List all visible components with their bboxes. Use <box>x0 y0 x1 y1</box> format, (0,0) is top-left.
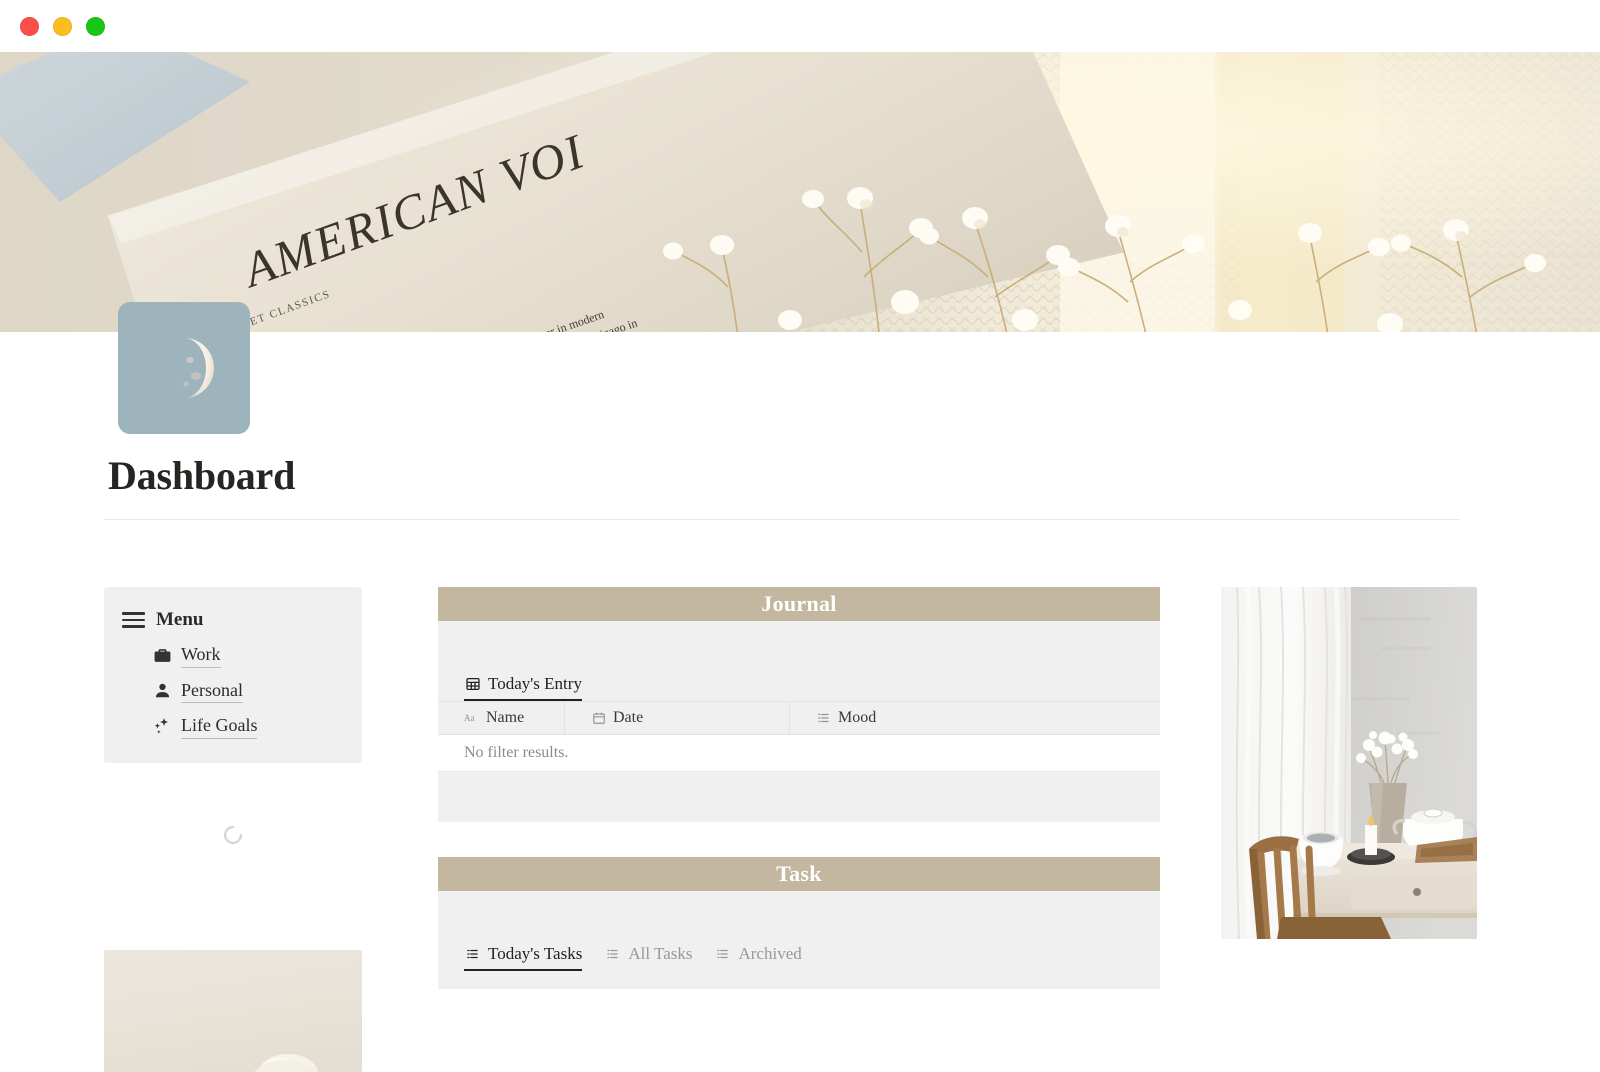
sidebar-item-life-goals[interactable]: Life Goals <box>122 714 344 739</box>
text-property-icon: Aa <box>464 711 479 726</box>
list-icon <box>714 946 731 963</box>
tab-label: All Tasks <box>628 944 693 963</box>
column-header-label: Name <box>486 709 525 726</box>
section-task: Task Today's Tasks All Tasks Archived <box>438 857 1160 989</box>
cream-photo-illustration <box>104 949 362 1072</box>
title-divider <box>104 519 1460 520</box>
journal-database-panel: Today's Entry Aa Name Date Mood No filte… <box>438 621 1160 822</box>
menu-title: Menu <box>156 609 204 630</box>
sidebar-item-work[interactable]: Work <box>122 643 344 668</box>
cozy-room-illustration <box>1221 587 1477 939</box>
sidebar-item-label: Personal <box>181 679 243 703</box>
left-image-block[interactable] <box>104 949 362 1072</box>
close-window-button[interactable] <box>20 16 39 36</box>
waxing-moon-icon <box>183 338 214 398</box>
sidebar-item-personal[interactable]: Personal <box>122 679 344 703</box>
journal-header-bar: Journal <box>438 587 1160 621</box>
calendar-icon <box>591 711 606 726</box>
journal-empty-state: No filter results. <box>438 735 1160 772</box>
briefcase-icon <box>152 645 172 665</box>
right-column <box>1221 587 1483 1072</box>
traffic-light-group <box>20 16 105 36</box>
column-header-name[interactable]: Aa Name <box>438 701 565 735</box>
column-header-label: Date <box>613 709 644 726</box>
spinner-icon <box>223 825 243 845</box>
center-column: Journal Today's Entry Aa Name Date Mood … <box>438 587 1178 1072</box>
list-icon <box>464 946 481 963</box>
journal-column-header-row: Aa Name Date Mood <box>438 701 1160 735</box>
tab-label: Today's Entry <box>488 674 582 693</box>
journal-panel-footer <box>438 772 1160 822</box>
banner-illustration: SIGNET CLASSICS AMERICAN VOI THE JUNGLE … <box>0 52 1600 332</box>
tab-archived[interactable]: Archived <box>714 944 802 971</box>
column-header-mood[interactable]: Mood <box>790 701 1160 735</box>
journal-table: Aa Name Date Mood No filter results. <box>438 701 1160 772</box>
hamburger-icon[interactable] <box>122 612 145 628</box>
loading-area <box>104 763 362 908</box>
maximize-window-button[interactable] <box>86 16 105 36</box>
window-title-bar <box>0 0 1600 52</box>
journal-view-tabs: Today's Entry <box>438 674 1160 701</box>
page-title: Dashboard <box>108 453 296 498</box>
sparkles-icon <box>152 716 172 736</box>
table-icon <box>464 676 481 693</box>
tab-label: Today's Tasks <box>488 944 583 963</box>
content-columns: Menu Work Personal Life Goals Journal To… <box>0 587 1600 1072</box>
tab-all-tasks[interactable]: All Tasks <box>604 944 692 971</box>
task-header-bar: Task <box>438 857 1160 891</box>
person-icon <box>152 681 172 701</box>
sidebar-item-label: Life Goals <box>181 714 258 739</box>
tab-label: Archived <box>738 944 802 963</box>
page-cover-banner[interactable]: SIGNET CLASSICS AMERICAN VOI THE JUNGLE … <box>0 52 1600 332</box>
empty-message: No filter results. <box>464 744 569 761</box>
menu-header: Menu <box>122 609 344 631</box>
section-journal: Journal Today's Entry Aa Name Date Mood … <box>438 587 1160 822</box>
tab-todays-entry[interactable]: Today's Entry <box>464 674 582 701</box>
multiselect-icon <box>816 711 831 726</box>
list-icon <box>604 946 621 963</box>
column-header-label: Mood <box>838 709 877 726</box>
task-panel-footer <box>438 971 1160 989</box>
sidebar-item-label: Work <box>181 643 221 668</box>
tab-todays-tasks[interactable]: Today's Tasks <box>464 944 583 971</box>
svg-text:Aa: Aa <box>464 713 475 723</box>
right-image-block[interactable] <box>1221 587 1477 939</box>
task-title: Task <box>776 861 822 886</box>
column-header-date[interactable]: Date <box>565 701 790 735</box>
task-view-tabs: Today's Tasks All Tasks Archived <box>438 944 1160 971</box>
left-column: Menu Work Personal Life Goals <box>104 587 422 1072</box>
minimize-window-button[interactable] <box>53 16 72 36</box>
menu-card: Menu Work Personal Life Goals <box>104 587 362 763</box>
journal-title: Journal <box>761 591 837 616</box>
page-icon[interactable] <box>118 302 250 434</box>
task-database-panel: Today's Tasks All Tasks Archived <box>438 891 1160 989</box>
